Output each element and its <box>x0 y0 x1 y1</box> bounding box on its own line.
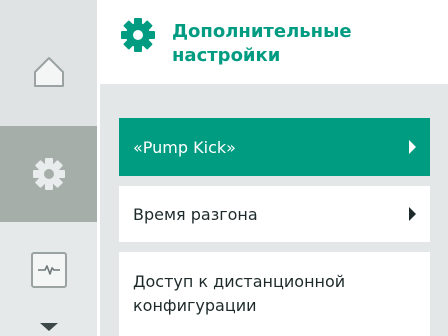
home-icon <box>33 57 64 87</box>
menu-item-label: Время разгона <box>133 204 258 224</box>
sidebar-item-settings[interactable] <box>0 126 97 222</box>
sidebar <box>0 0 97 336</box>
pulse-icon <box>30 252 67 288</box>
gear-icon <box>121 18 155 52</box>
menu-item-label: Доступ к дистанционной конфигурации <box>133 272 346 315</box>
chevron-right-icon <box>409 140 416 154</box>
scroll-down-indicator[interactable] <box>168 316 186 323</box>
menu-list: «Pump Kick» Время разгона Доступ к диста… <box>100 84 448 336</box>
page-header: Дополнительные настройки <box>100 0 448 84</box>
sidebar-scroll-up-area <box>0 0 97 18</box>
menu-item-label: «Pump Kick» <box>133 137 236 157</box>
sidebar-scroll-down[interactable] <box>0 318 97 336</box>
menu-item-pump-kick[interactable]: «Pump Kick» <box>119 118 430 176</box>
sidebar-item-home[interactable] <box>0 18 97 126</box>
sidebar-item-diagnostics[interactable] <box>0 222 97 318</box>
menu-item-remote-access[interactable]: Доступ к дистанционной конфигурации <box>119 252 430 336</box>
chevron-down-icon <box>39 323 58 331</box>
chevron-right-icon <box>409 207 416 221</box>
gear-icon <box>32 158 65 190</box>
page-title: Дополнительные настройки <box>172 21 352 66</box>
menu-item-ramp-time[interactable]: Время разгона <box>119 186 430 242</box>
